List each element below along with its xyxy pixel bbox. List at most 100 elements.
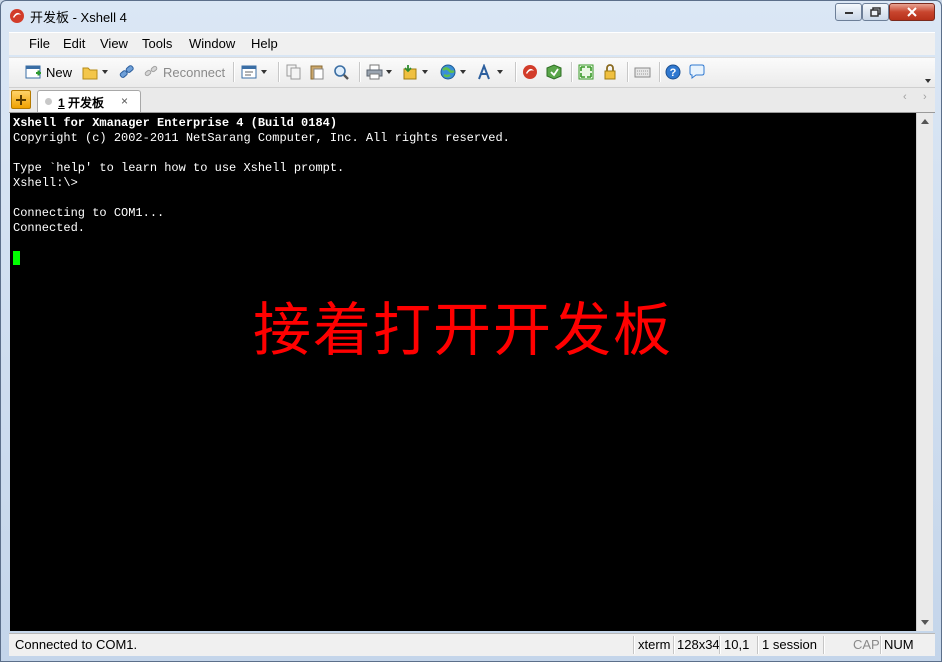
toolbar-separator (515, 62, 517, 82)
window-title: 开发板 - Xshell 4 (30, 10, 127, 25)
lock-icon (604, 64, 616, 80)
close-window-button[interactable] (889, 3, 935, 21)
chevron-down-icon (422, 70, 428, 74)
session-status-icon (45, 98, 52, 105)
xmanager-button[interactable] (440, 63, 466, 81)
svg-text:?: ? (670, 67, 677, 79)
speech-bubble-icon (689, 64, 705, 79)
printer-icon (366, 64, 383, 80)
status-separator (673, 636, 675, 654)
tab-session-1[interactable]: 1 开发板 × (37, 90, 141, 112)
tab-name: 开发板 (68, 96, 105, 110)
properties-button[interactable] (241, 63, 267, 81)
status-separator (633, 636, 635, 654)
status-separator (880, 636, 882, 654)
menu-edit[interactable]: Edit (63, 36, 85, 51)
xshell-logo-icon (10, 9, 24, 23)
cursor-position: 10,1 (724, 637, 750, 652)
menu-bar: File Edit View Tools Window Help (9, 32, 935, 55)
search-icon (334, 65, 349, 80)
copy-button[interactable] (285, 63, 302, 81)
new-session-icon (25, 65, 41, 79)
chevron-down-icon (102, 70, 108, 74)
menu-file[interactable]: File (29, 36, 50, 51)
terminal-line: Xshell for Xmanager Enterprise 4 (Build … (13, 116, 338, 130)
lock-button[interactable] (602, 63, 619, 81)
menu-view[interactable]: View (100, 36, 128, 51)
chevron-down-icon (386, 70, 392, 74)
chevron-down-icon (460, 70, 466, 74)
caps-lock-indicator: CAP (853, 637, 880, 652)
xftp-button[interactable] (546, 63, 563, 81)
terminal-line: Xshell:\> (13, 176, 78, 190)
xshell-window: 开发板 - Xshell 4 File Edit View Tools Wind… (0, 0, 942, 662)
copy-icon (286, 64, 301, 80)
terminal-type: xterm (638, 637, 671, 652)
overlay-caption: 接着打开开发板 (252, 296, 673, 364)
folder-icon (82, 67, 98, 79)
print-button[interactable] (366, 63, 392, 81)
terminal-line: Connecting to COM1... (13, 206, 165, 220)
transfer-button[interactable] (402, 63, 428, 81)
font-button[interactable] (477, 63, 503, 81)
font-icon (478, 64, 490, 80)
minimize-icon (844, 12, 853, 14)
scroll-up-icon[interactable] (921, 119, 929, 124)
num-lock-indicator: NUM (884, 637, 914, 652)
link-icon (119, 65, 134, 78)
tab-bar: 1 开发板 × ‹ › (9, 88, 935, 113)
reconnect-icon (144, 65, 158, 77)
xftp-icon (546, 64, 562, 80)
find-button[interactable] (333, 63, 350, 81)
toolbar: New Reconnect ? (9, 57, 935, 88)
terminal-size: 128x34 (677, 637, 720, 652)
new-session-button[interactable]: New (25, 63, 72, 81)
reconnect-button[interactable]: Reconnect (143, 63, 225, 81)
restore-icon (869, 7, 881, 17)
menu-help[interactable]: Help (251, 36, 278, 51)
tab-number: 1 (58, 96, 65, 110)
help-button[interactable]: ? (665, 63, 682, 81)
toolbar-separator (278, 62, 280, 82)
menu-tools[interactable]: Tools (142, 36, 172, 51)
tab-scroll-left-icon[interactable]: ‹ (903, 91, 907, 103)
toolbar-separator (233, 62, 235, 82)
terminal-line: Copyright (c) 2002-2011 NetSarang Comput… (13, 131, 510, 145)
new-label: New (46, 64, 73, 80)
vertical-scrollbar[interactable] (916, 113, 933, 631)
terminal-line: Connected. (13, 221, 86, 235)
connection-status: Connected to COM1. (15, 637, 138, 652)
maximize-button[interactable] (862, 3, 889, 21)
chat-button[interactable] (689, 63, 706, 81)
paste-icon (310, 65, 324, 80)
fullscreen-button[interactable] (578, 63, 595, 81)
paste-button[interactable] (309, 63, 326, 81)
toolbar-separator (359, 62, 361, 82)
chevron-down-icon (497, 70, 503, 74)
globe-icon (440, 64, 456, 80)
minimize-button[interactable] (835, 3, 862, 21)
plus-icon (16, 95, 26, 105)
toolbar-separator (627, 62, 629, 82)
open-folder-button[interactable] (82, 63, 108, 81)
properties-icon (241, 65, 257, 79)
terminal-cursor (13, 251, 20, 265)
toolbar-separator (571, 62, 573, 82)
xshell-button[interactable] (522, 63, 539, 81)
keyboard-button[interactable] (634, 63, 651, 81)
reconnect-label: Reconnect (163, 64, 226, 80)
tab-close-button[interactable]: × (121, 94, 128, 108)
chevron-down-icon (925, 79, 931, 83)
menu-window[interactable]: Window (189, 36, 235, 51)
keyboard-icon (634, 67, 651, 78)
session-count: 1 session (762, 637, 817, 652)
terminal-area[interactable]: Xshell for Xmanager Enterprise 4 (Build … (10, 113, 916, 631)
connect-button[interactable] (118, 63, 135, 81)
status-bar: Connected to COM1. xterm 128x34 10,1 1 s… (9, 633, 935, 656)
tab-label: 1 开发板 (58, 94, 104, 111)
xshell-icon (523, 65, 537, 79)
title-bar[interactable]: 开发板 - Xshell 4 (1, 1, 941, 29)
scroll-down-icon[interactable] (921, 620, 929, 625)
add-tab-button[interactable] (11, 90, 31, 109)
tab-scroll-right-icon[interactable]: › (923, 91, 927, 103)
